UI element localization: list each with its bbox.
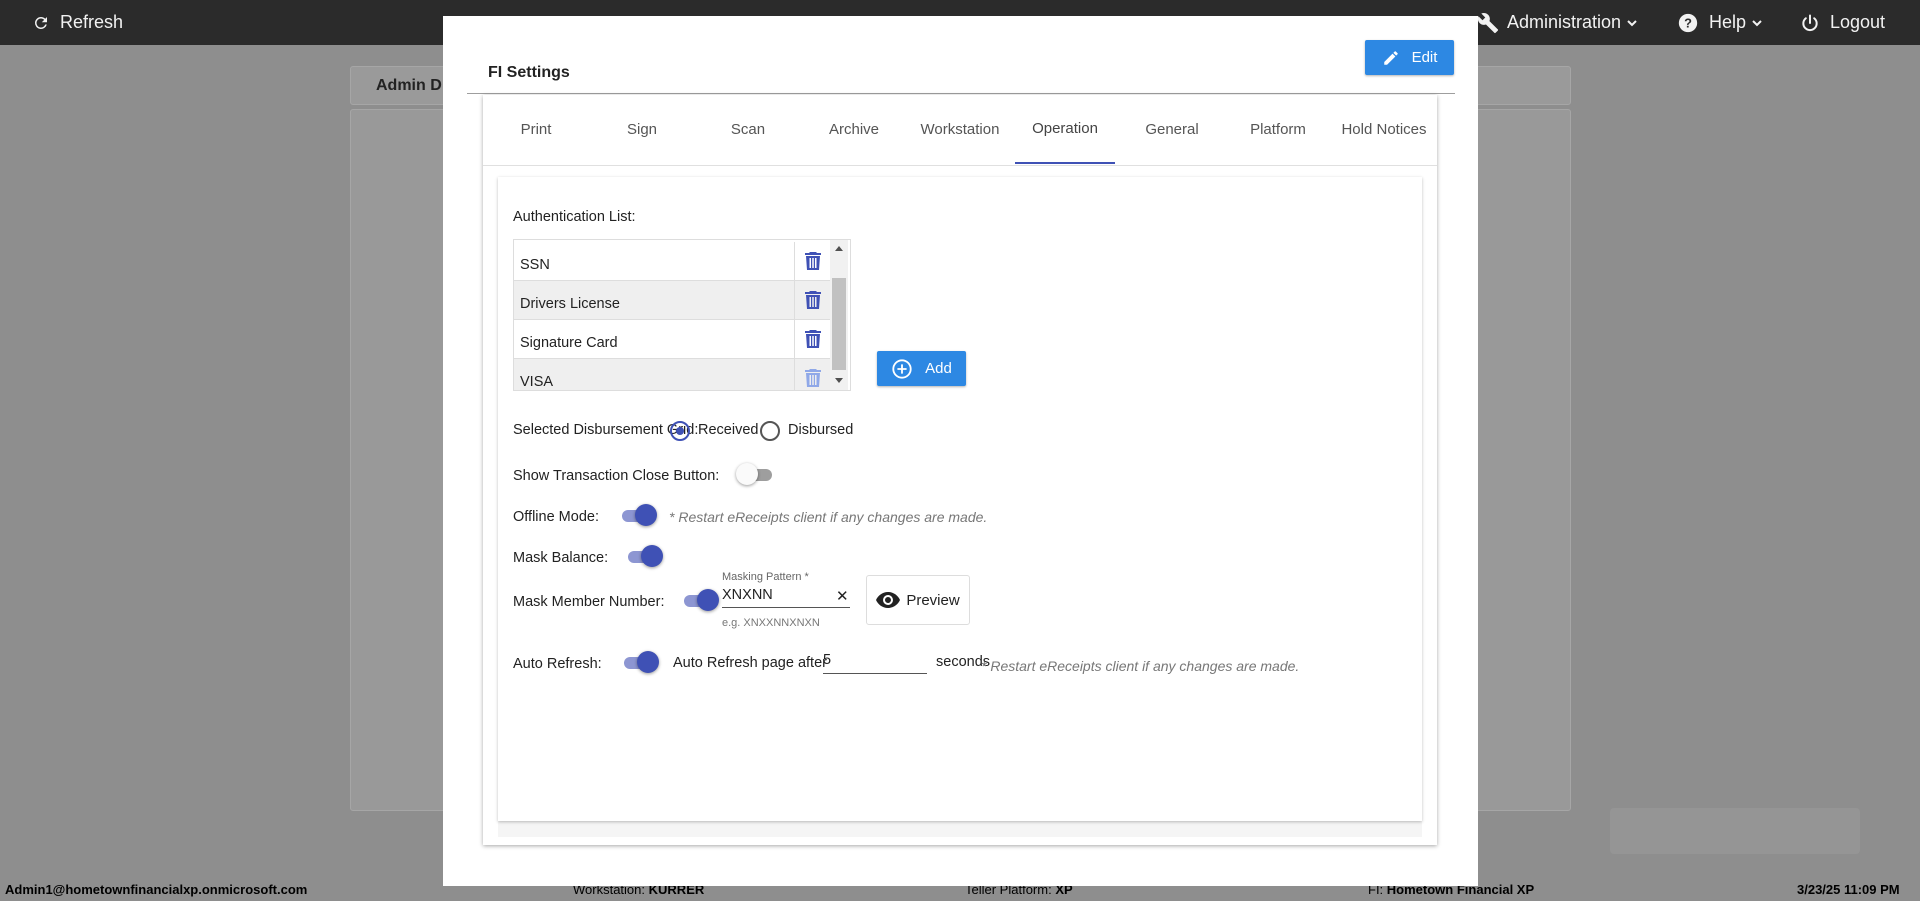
edit-button[interactable]: Edit — [1365, 40, 1454, 75]
help-menu[interactable]: ? Help — [1677, 0, 1763, 45]
auto-refresh-label: Auto Refresh: — [513, 656, 602, 672]
clear-icon[interactable]: ✕ — [836, 587, 849, 605]
auto-refresh-toggle[interactable] — [620, 650, 660, 674]
administration-label: Administration — [1507, 12, 1622, 32]
pencil-icon — [1383, 50, 1398, 65]
tab-print[interactable]: Print — [483, 95, 589, 164]
auto-refresh-text: Auto Refresh page after — [673, 655, 827, 671]
operation-tab-area: Authentication List: SSN Drivers License… — [498, 177, 1422, 837]
mask-balance-label: Mask Balance: — [513, 550, 609, 566]
mask-member-toggle[interactable] — [680, 588, 720, 612]
list-item[interactable]: Signature Card — [514, 320, 830, 359]
logout-label: Logout — [1830, 12, 1886, 32]
scroll-down-icon[interactable] — [835, 378, 843, 383]
auth-list-label: Authentication List: — [513, 209, 636, 225]
preview-button[interactable]: Preview — [866, 575, 970, 625]
tab-hold-notices[interactable]: Hold Notices — [1331, 95, 1437, 164]
auto-refresh-field[interactable] — [823, 649, 927, 674]
list-item[interactable]: SSN — [514, 242, 830, 281]
chevron-down-icon — [1752, 19, 1762, 26]
tab-sign[interactable]: Sign — [589, 95, 695, 164]
logout-button[interactable]: Logout — [1800, 0, 1885, 45]
add-button[interactable]: Add — [877, 351, 966, 386]
status-user: Admin1@hometownfinancialxp.onmicrosoft.c… — [5, 882, 308, 897]
show-close-label: Show Transaction Close Button: — [513, 468, 720, 484]
auth-list[interactable]: SSN Drivers License Signature Card VISA — [513, 239, 851, 391]
tab-platform[interactable]: Platform — [1225, 95, 1331, 164]
trash-icon[interactable] — [794, 320, 831, 358]
refresh-button[interactable]: Refresh — [32, 0, 123, 45]
tab-archive[interactable]: Archive — [801, 95, 907, 164]
background-toast — [1610, 808, 1860, 854]
masking-pattern-hint: e.g. XNXXNNXNXN — [722, 617, 820, 629]
offline-mode-label: Offline Mode: — [513, 509, 599, 525]
help-icon: ? — [1678, 13, 1698, 32]
scrollbar-thumb[interactable] — [832, 278, 846, 370]
eye-icon — [876, 592, 901, 608]
offline-note: * Restart eReceipts client if any change… — [669, 509, 988, 525]
admin-dashboard-title: Admin D — [376, 77, 442, 94]
trash-icon[interactable] — [794, 242, 831, 280]
radio-disbursed[interactable] — [760, 421, 780, 441]
auto-refresh-note: * Restart eReceipts client if any change… — [981, 658, 1300, 674]
refresh-label: Refresh — [60, 12, 124, 32]
auth-list-scrollbar[interactable] — [830, 240, 848, 390]
dialog-title: FI Settings — [488, 64, 570, 81]
masking-pattern-label: Masking Pattern * — [722, 571, 809, 583]
chevron-down-icon — [1627, 19, 1637, 26]
offline-mode-toggle[interactable] — [618, 503, 658, 527]
wrench-icon — [1477, 12, 1499, 33]
svg-text:?: ? — [1684, 15, 1692, 30]
radio-disbursed-label: Disbursed — [788, 422, 854, 438]
operation-panel: Authentication List: SSN Drivers License… — [498, 177, 1422, 821]
trash-icon[interactable] — [794, 281, 831, 319]
tab-operation[interactable]: Operation — [1015, 95, 1115, 164]
mask-member-label: Mask Member Number: — [513, 594, 665, 610]
tab-workstation[interactable]: Workstation — [907, 95, 1013, 164]
refresh-icon — [34, 16, 47, 29]
masking-pattern-input[interactable] — [722, 587, 822, 603]
dialog-header: FI Settings — [467, 40, 1455, 94]
help-label: Help — [1709, 12, 1747, 32]
list-item[interactable]: Drivers License — [514, 281, 830, 320]
auto-refresh-input[interactable] — [823, 652, 923, 668]
fi-settings-dialog: FI Settings Edit Print Sign Scan Archive… — [443, 16, 1478, 886]
radio-received-label: Received — [698, 422, 759, 438]
administration-menu[interactable]: Administration — [1477, 0, 1638, 45]
tab-general[interactable]: General — [1119, 95, 1225, 164]
show-close-toggle[interactable] — [736, 462, 776, 486]
tab-scan[interactable]: Scan — [695, 95, 801, 164]
edit-label: Edit — [1411, 49, 1438, 66]
trash-icon[interactable] — [794, 359, 831, 390]
radio-received[interactable] — [670, 421, 690, 441]
settings-tabs: Print Sign Scan Archive Workstation Oper… — [483, 95, 1437, 166]
settings-card: Print Sign Scan Archive Workstation Oper… — [483, 95, 1437, 845]
mask-balance-toggle[interactable] — [624, 544, 664, 568]
power-icon — [1802, 14, 1818, 31]
scroll-up-icon[interactable] — [835, 246, 843, 251]
add-circle-icon — [892, 358, 912, 379]
add-label: Add — [925, 360, 952, 377]
masking-pattern-field[interactable]: ✕ — [722, 585, 850, 608]
list-item[interactable]: VISA — [514, 359, 831, 390]
status-datetime: 3/23/25 11:09 PM — [1797, 882, 1900, 897]
preview-label: Preview — [906, 591, 960, 609]
